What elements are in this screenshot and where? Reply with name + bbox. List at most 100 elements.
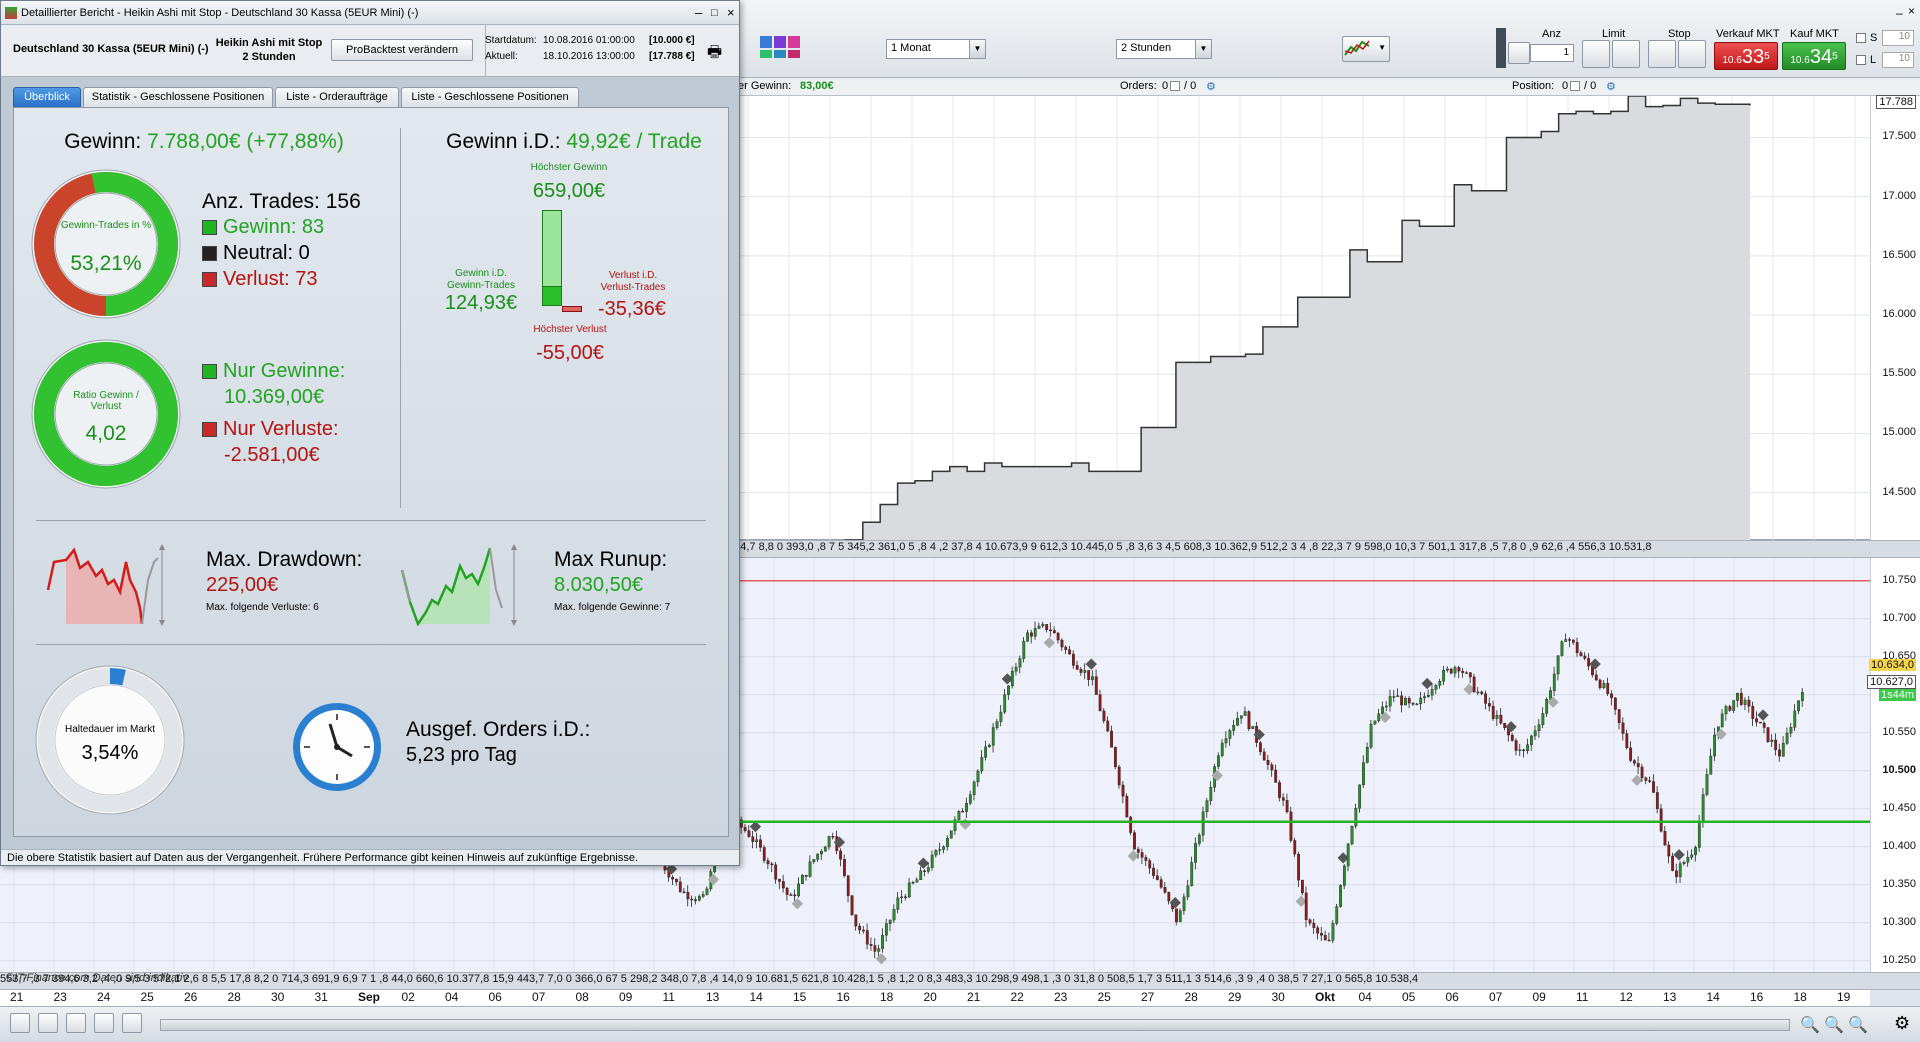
color-swatch-icon[interactable] [774,36,786,48]
candle-body [1438,681,1442,686]
settings-icon[interactable] [122,1013,142,1033]
candle-body [884,923,888,936]
gross-loss-label: Nur Verluste: [202,418,339,441]
candle-body [1224,738,1228,744]
s-checkbox[interactable] [1856,33,1866,43]
color-swatch-icon[interactable] [788,50,800,58]
zoom-out-icon[interactable]: 🔍 [1824,1015,1844,1035]
color-swatch-icon[interactable] [788,36,800,48]
calculator-icon[interactable] [66,1013,86,1033]
candle-body [789,894,793,896]
candle-body [1709,755,1713,775]
date-tick-label: 15 [793,990,807,1004]
close-icon[interactable]: × [727,1,735,25]
color-swatch-icon[interactable] [774,50,786,58]
buy-mkt-label: Kauf MKT [1790,28,1839,40]
candle-body [766,860,770,865]
limit-sell-button[interactable] [1612,40,1640,68]
candle-body [686,892,690,900]
position-menu-icon[interactable] [1570,81,1580,91]
orders-link-icon[interactable]: ⚙ [1206,80,1216,93]
window-minimize-icon[interactable]: – [1896,6,1903,20]
zoom-in-icon[interactable]: 🔍 [1800,1015,1820,1035]
candle-body [1537,724,1541,732]
time-in-market-donut: Haltedauer im Markt 3,54% [34,664,186,816]
window-close-icon[interactable]: × [1908,4,1915,18]
candle-body [1217,755,1220,767]
period-select[interactable]: 1 Monat ▼ [886,39,986,59]
candle-body [1342,865,1346,886]
ratio-label: Ratio Gewinn / Verlust [73,390,139,412]
s-input[interactable]: 10 [1882,30,1914,46]
date-tick-label: 09 [1532,990,1546,1004]
equity-chart[interactable] [728,95,1870,553]
candle-body [1358,784,1362,809]
chevron-down-icon: ▼ [1195,40,1211,58]
runup-label: Max Runup: [554,548,668,571]
tab-order-list[interactable]: Liste - Orderaufträge [275,87,399,107]
orders-menu-icon[interactable] [1170,81,1180,91]
l-input[interactable]: 10 [1882,52,1914,68]
tab-statistics[interactable]: Statistik - Geschlossene Positionen [83,87,273,107]
date-tick-label: 20 [923,990,937,1004]
change-backtest-button[interactable]: ProBacktest verändern [331,39,473,61]
horizontal-scrollbar[interactable] [160,1019,1790,1031]
chart-type-button[interactable]: ▼ [1342,36,1390,62]
tab-overview[interactable]: Überblick [13,87,81,107]
collapse-arrow-icon[interactable] [1496,28,1506,68]
date-tick-label: 28 [227,990,241,1004]
export-icon[interactable] [10,1013,30,1033]
buy-price-sup: 5 [1832,51,1838,62]
limit-buy-button[interactable] [1582,40,1610,68]
date-tick-label: 27 [1141,990,1155,1004]
source-text: Daten sind indikativ [92,972,188,984]
minimize-icon[interactable]: – [695,1,702,25]
candle-body [785,887,789,895]
candle-body [1667,844,1671,857]
l-checkbox[interactable] [1856,55,1866,65]
orders-count: / 0 [1184,80,1197,92]
win-rate-label: Gewinn-Trades in % [60,220,152,231]
candle-body [1613,697,1617,710]
candle-body [1239,715,1243,719]
position-link-icon[interactable]: ⚙ [1606,80,1616,93]
candle-body [1289,811,1293,841]
candle-body [926,867,930,872]
candle-body [1724,706,1728,715]
buy-market-button[interactable]: 10.6345 [1782,42,1846,70]
y-tick-label: 16.000 [1882,308,1916,321]
candle-body [1491,705,1495,719]
refresh-icon[interactable] [38,1013,58,1033]
candle-body [1022,640,1026,659]
stop-sell-button[interactable] [1678,40,1706,68]
scrollbar-thumb[interactable] [161,1020,1789,1030]
donut-center [54,192,158,296]
maximize-icon[interactable]: □ [711,1,718,25]
table-icon[interactable] [94,1013,114,1033]
color-swatch-icon[interactable] [760,50,772,58]
quantity-input[interactable]: 1 [1530,44,1574,62]
zoom-reset-icon[interactable]: 🔍 [1848,1015,1868,1035]
date-tick-label: 16 [1750,990,1764,1004]
gear-icon[interactable]: ⚙ [1894,1013,1910,1034]
candle-body [1071,653,1075,666]
candle-body [1121,784,1125,797]
losing-trades-text: Verlust: 73 [223,268,318,290]
stop-buy-button[interactable] [1648,40,1676,68]
print-icon[interactable]: 🖶 [707,41,725,61]
position-label: Position: [1512,80,1555,92]
candle-body [911,881,915,884]
candle-body [1758,721,1762,724]
sell-mkt-label: Verkauf MKT [1716,28,1780,40]
color-swatch-icon[interactable] [760,36,772,48]
candle-body [1503,723,1507,728]
date-tick-label: 06 [488,990,502,1004]
candle-body [1327,939,1331,942]
wrench-icon[interactable] [1508,42,1530,64]
interval-select[interactable]: 2 Stunden ▼ [1116,39,1212,59]
candle-body [1037,625,1041,629]
sell-market-button[interactable]: 10.6335 [1714,42,1778,70]
equity-tick-row: 434,7 8,8 0 393,0 ,8 7 5 345,2 361,0 5 ,… [728,540,1920,558]
tab-closed-positions[interactable]: Liste - Geschlossene Positionen [401,87,579,107]
candle-body [1350,825,1354,845]
